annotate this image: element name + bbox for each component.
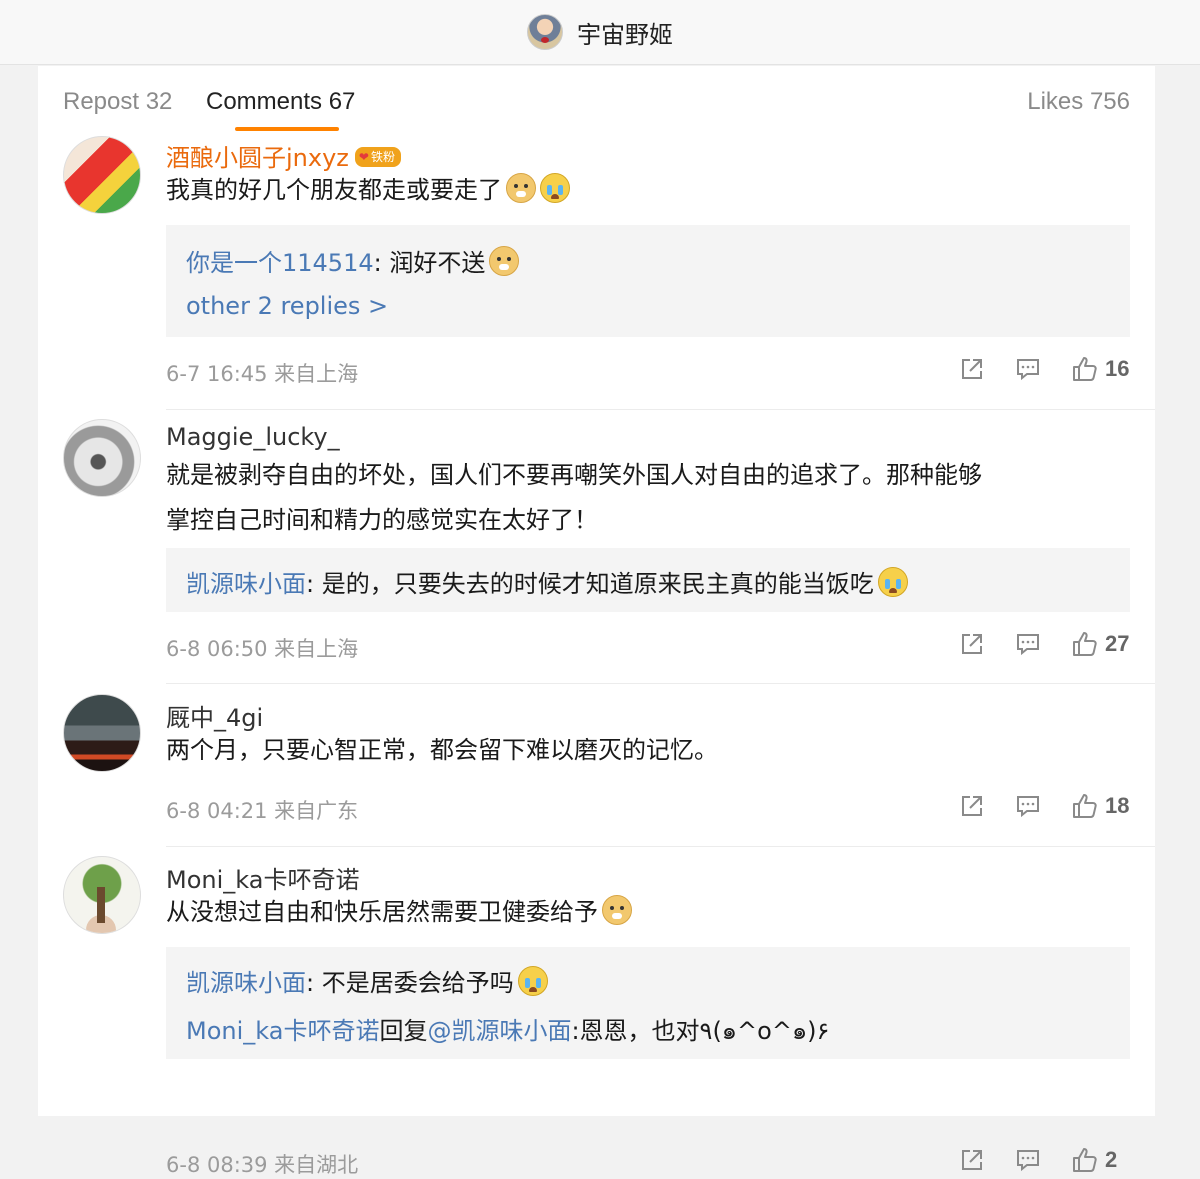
- reply-username[interactable]: Moni_ka卡吥奇诺: [186, 1017, 379, 1045]
- comment-text: 从没想过自由和快乐居然需要卫健委给予: [166, 890, 1136, 935]
- reply-username[interactable]: 凯源味小面: [186, 570, 306, 598]
- share-button[interactable]: [959, 631, 985, 657]
- comment-icon: [1017, 359, 1039, 381]
- divider: [166, 683, 1155, 684]
- cry-emoji-icon: [517, 966, 548, 996]
- reply-line: 凯源味小面: 是的，只要失去的时候才知道原来民主真的能当饭吃: [186, 564, 908, 599]
- divider: [166, 846, 1155, 847]
- tab-likes[interactable]: Likes 756: [1027, 88, 1130, 116]
- like-button[interactable]: 2: [1071, 1146, 1133, 1174]
- profile-avatar[interactable]: [527, 14, 563, 50]
- reply-username[interactable]: 凯源味小面: [186, 969, 306, 997]
- comment-text: 我真的好几个朋友都走或要走了: [166, 168, 1136, 213]
- comment-meta: 6-8 06:50 来自上海: [166, 637, 359, 661]
- top-bar: 宇宙野姬: [0, 0, 1200, 65]
- comment-meta: 6-8 08:39 来自湖北: [166, 1153, 359, 1177]
- avatar[interactable]: [63, 419, 141, 497]
- comment-meta: 6-7 16:45 来自上海: [166, 362, 359, 386]
- reply-line: 凯源味小面: 不是居委会给予吗: [186, 963, 548, 998]
- reply-text: 润好不送: [389, 249, 486, 277]
- share-button[interactable]: [959, 356, 985, 382]
- cry-emoji-icon: [877, 567, 908, 597]
- comment-button[interactable]: [1015, 631, 1041, 657]
- divider: [166, 409, 1155, 410]
- heart-icon: ❤: [358, 150, 369, 164]
- tab-repost[interactable]: Repost 32: [63, 88, 172, 116]
- reply-box[interactable]: 凯源味小面: 不是居委会给予吗 Moni_ka卡吥奇诺回复@凯源味小面:恩恩，也…: [166, 947, 1130, 1059]
- comment-icon: [1017, 796, 1039, 818]
- tab-comments[interactable]: Comments 67: [206, 88, 355, 116]
- reply-box[interactable]: 凯源味小面: 是的，只要失去的时候才知道原来民主真的能当饭吃: [166, 548, 1130, 612]
- like-count: 27: [1105, 631, 1130, 656]
- comment-icon: [1017, 634, 1039, 656]
- like-icon: [1073, 632, 1097, 656]
- comment-username[interactable]: Maggie_lucky_: [166, 423, 340, 451]
- comment-button[interactable]: [1015, 793, 1041, 819]
- avatar[interactable]: [63, 694, 141, 772]
- like-count: 18: [1105, 793, 1130, 818]
- comment-text: 两个月，只要心智正常，都会留下难以磨灭的记忆。: [166, 736, 718, 764]
- comment-actions: 18: [959, 791, 1133, 821]
- comments-panel: Repost 32 Comments 67 Likes 756 酒酿小圆子jnx…: [38, 66, 1155, 1177]
- comment-actions: 16: [959, 354, 1133, 384]
- avatar[interactable]: [63, 856, 141, 934]
- like-button[interactable]: 18: [1071, 792, 1133, 820]
- tab-bar: Repost 32 Comments 67 Likes 756: [38, 66, 1155, 134]
- share-icon: [962, 634, 982, 654]
- like-count: 2: [1105, 1147, 1118, 1172]
- active-tab-indicator: [235, 127, 339, 131]
- reply-line: Moni_ka卡吥奇诺回复@凯源味小面:恩恩，也对٩(๑^o^๑)۶: [186, 1017, 830, 1045]
- comment-button[interactable]: [1015, 356, 1041, 382]
- mention-link[interactable]: @凯源味小面: [427, 1017, 571, 1045]
- reply-text: :恩恩，也对٩(๑^o^๑)۶: [571, 1017, 830, 1045]
- reply-box[interactable]: 你是一个114514: 润好不送 other 2 replies >: [166, 225, 1130, 337]
- fan-badge: ❤ 铁粉: [354, 147, 401, 167]
- comment-icon: [1017, 1150, 1039, 1172]
- comment-button[interactable]: [1015, 1147, 1041, 1173]
- reply-line: 你是一个114514: 润好不送: [186, 243, 520, 278]
- avatar[interactable]: [63, 136, 141, 214]
- dog-emoji-icon: [506, 173, 536, 203]
- comment-text: 就是被剥夺自由的坏处，国人们不要再嘲笑外国人对自由的追求了。那种能够 掌控自己时间…: [166, 461, 982, 534]
- like-icon: [1073, 794, 1097, 818]
- like-button[interactable]: 16: [1071, 355, 1133, 383]
- share-button[interactable]: [959, 793, 985, 819]
- badge-label: 铁粉: [370, 150, 395, 164]
- like-button[interactable]: 27: [1071, 630, 1133, 658]
- share-button[interactable]: [959, 1147, 985, 1173]
- reply-text: 是的，只要失去的时候才知道原来民主真的能当饭吃: [321, 570, 874, 598]
- like-count: 16: [1105, 356, 1130, 381]
- reply-username[interactable]: 你是一个114514: [186, 249, 374, 277]
- dog-emoji-icon: [489, 246, 520, 276]
- like-icon: [1073, 1148, 1097, 1172]
- comment-meta: 6-8 04:21 来自广东: [166, 799, 359, 823]
- comment-actions: 2: [959, 1145, 1133, 1175]
- comment-actions: 27: [959, 629, 1133, 659]
- share-icon: [962, 796, 982, 816]
- share-icon: [962, 1150, 982, 1170]
- reply-text: 不是居委会给予吗: [321, 969, 514, 997]
- share-icon: [962, 359, 982, 379]
- more-replies-link[interactable]: other 2 replies >: [186, 292, 388, 320]
- cry-emoji-icon: [540, 173, 570, 203]
- like-icon: [1073, 357, 1097, 381]
- dog-emoji-icon: [602, 895, 632, 925]
- page-title: 宇宙野姬: [577, 20, 673, 49]
